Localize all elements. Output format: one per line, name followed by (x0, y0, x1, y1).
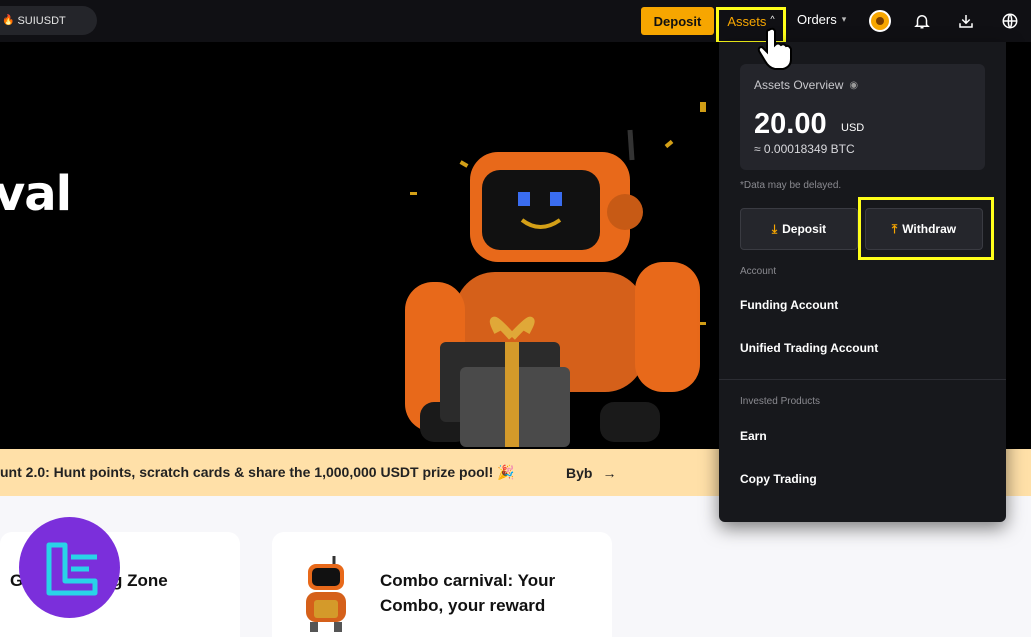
globe-icon[interactable] (999, 10, 1021, 32)
data-delay-note: *Data may be delayed. (740, 180, 842, 191)
user-avatar-icon[interactable] (869, 10, 891, 32)
chevron-up-icon: ^ (770, 14, 775, 24)
menu-item-unified-trading-account[interactable]: Unified Trading Account (740, 341, 878, 355)
tc-logo-watermark (19, 517, 120, 618)
assets-overview-card: Assets Overview ◉ 20.00 USD ≈ 0.00018349… (740, 64, 985, 170)
balance-currency: USD (841, 122, 865, 134)
promo-next-label: Byb (566, 464, 593, 481)
robot-thumbnail-icon (306, 556, 346, 632)
bell-icon[interactable] (911, 10, 933, 32)
btc-equivalent: ≈ 0.00018349 BTC (754, 142, 855, 156)
orders-menu-button[interactable]: Orders ▾ (797, 12, 846, 27)
download-tray-icon: ⤓ (771, 221, 778, 236)
dropdown-deposit-label: Deposit (782, 222, 827, 236)
dropdown-withdraw-label: Withdraw (902, 222, 957, 236)
menu-item-copy-trading[interactable]: Copy Trading (740, 472, 817, 486)
hand-cursor-icon (757, 27, 792, 70)
feature-card-title: Combo carnival: Your Combo, your reward (380, 571, 556, 615)
trading-pair-pill[interactable]: 🔥 SUIUSDT (0, 6, 97, 35)
menu-divider (719, 379, 1006, 380)
assets-overview-heading: Assets Overview ◉ (754, 78, 858, 92)
promo-text: unt 2.0: Hunt points, scratch cards & sh… (0, 464, 515, 480)
assets-dropdown-menu: Assets Overview ◉ 20.00 USD ≈ 0.00018349… (719, 42, 1006, 522)
deposit-button[interactable]: Deposit (641, 7, 714, 35)
dropdown-deposit-button[interactable]: ⤓ Deposit (740, 208, 858, 250)
eye-icon[interactable]: ◉ (849, 80, 858, 91)
assets-overview-label: Assets Overview (754, 78, 844, 92)
arrow-right-icon: → (602, 464, 617, 481)
hero-title: val (0, 166, 72, 222)
robot-illustration (405, 102, 706, 447)
total-balance: 20.00 (754, 108, 827, 140)
account-section-label: Account (740, 266, 777, 277)
dropdown-withdraw-button[interactable]: ⤒ Withdraw (865, 208, 983, 250)
feature-card-combo-carnival[interactable]: Combo carnival: Your Combo, your reward (272, 532, 612, 637)
menu-item-funding-account[interactable]: Funding Account (740, 298, 838, 312)
trading-pair-label: SUIUSDT (17, 14, 66, 27)
upload-tray-icon: ⤒ (891, 221, 898, 236)
orders-label: Orders (797, 12, 837, 27)
promo-next-link[interactable]: Byb → (566, 465, 616, 481)
invested-products-section-label: Invested Products (740, 396, 821, 407)
top-navigation-bar: 🔥 SUIUSDT Deposit Assets ^ Orders ▾ (0, 0, 1031, 44)
download-icon[interactable] (955, 10, 977, 32)
chevron-down-icon: ▾ (841, 14, 847, 24)
flame-icon: 🔥 (2, 15, 15, 26)
menu-item-earn[interactable]: Earn (740, 429, 767, 443)
